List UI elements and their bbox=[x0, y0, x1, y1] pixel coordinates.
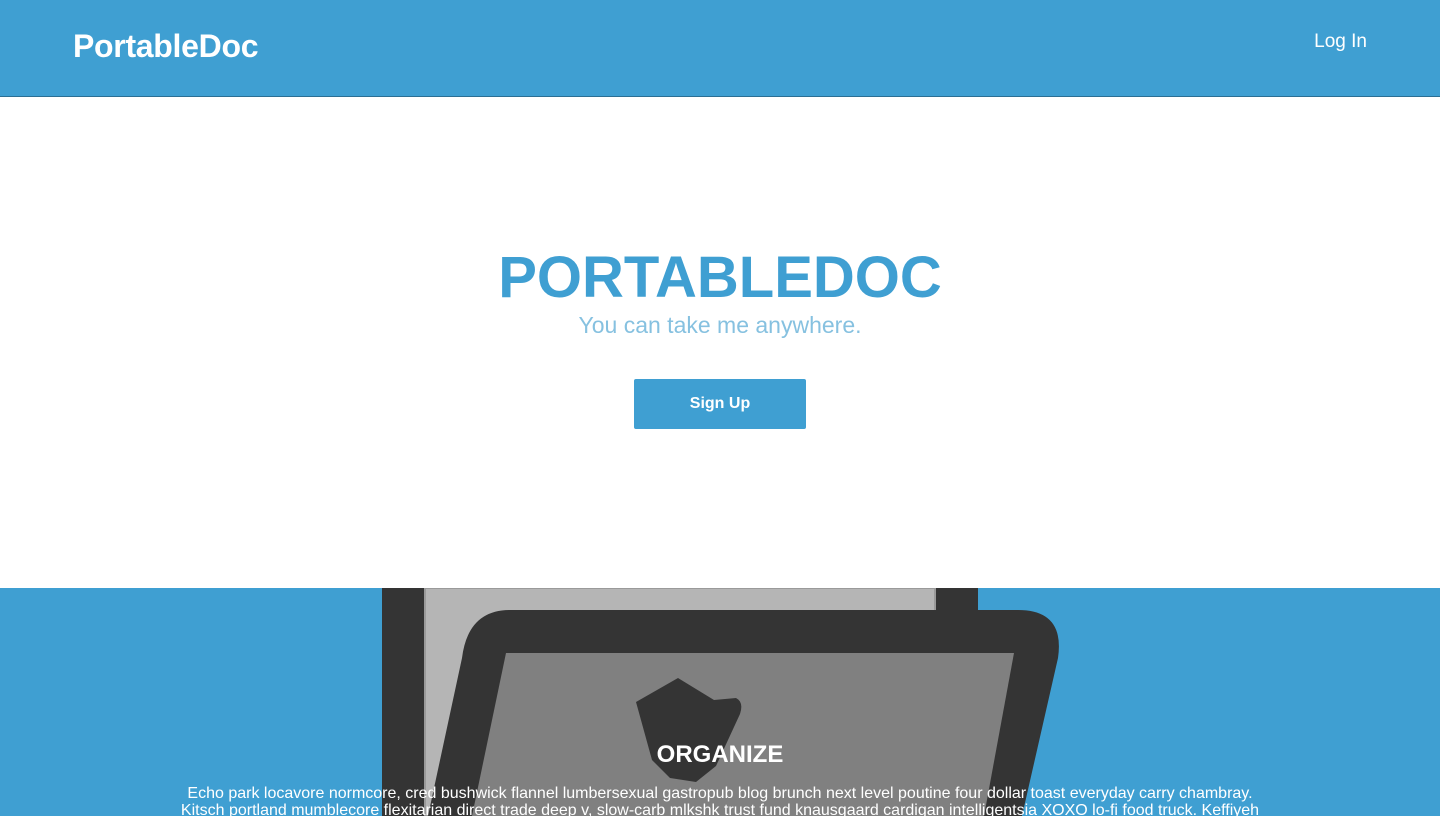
hero-section: PORTABLEDOC You can take me anywhere. Si… bbox=[0, 97, 1440, 588]
signup-button[interactable]: Sign Up bbox=[634, 379, 806, 429]
feature-description: Echo park locavore normcore, cred bushwi… bbox=[180, 785, 1260, 816]
document-tablet-illustration-icon bbox=[382, 588, 1059, 816]
feature-title: ORGANIZE bbox=[656, 741, 784, 768]
top-navbar: PortableDoc Log In bbox=[0, 0, 1440, 97]
login-link[interactable]: Log In bbox=[1314, 31, 1367, 53]
feature-section: ORGANIZE Echo park locavore normcore, cr… bbox=[0, 588, 1440, 816]
hero-subtitle: You can take me anywhere. bbox=[578, 312, 862, 338]
brand-logo[interactable]: PortableDoc bbox=[73, 28, 258, 65]
hero-title: PORTABLEDOC bbox=[498, 245, 942, 310]
